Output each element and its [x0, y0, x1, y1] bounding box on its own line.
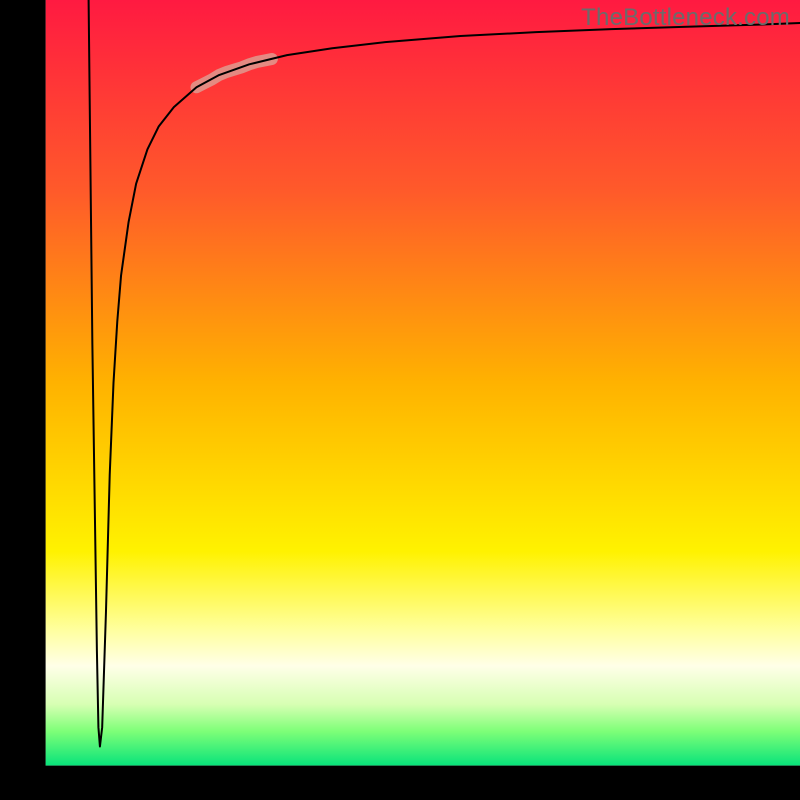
chart-frame: TheBottleneck.com	[0, 0, 800, 800]
watermark-label: TheBottleneck.com	[581, 4, 790, 32]
plot-background	[46, 0, 800, 766]
y-axis-band	[0, 0, 46, 800]
chart-canvas	[0, 0, 800, 800]
x-axis-band	[0, 766, 800, 800]
chart-svg	[0, 0, 800, 800]
